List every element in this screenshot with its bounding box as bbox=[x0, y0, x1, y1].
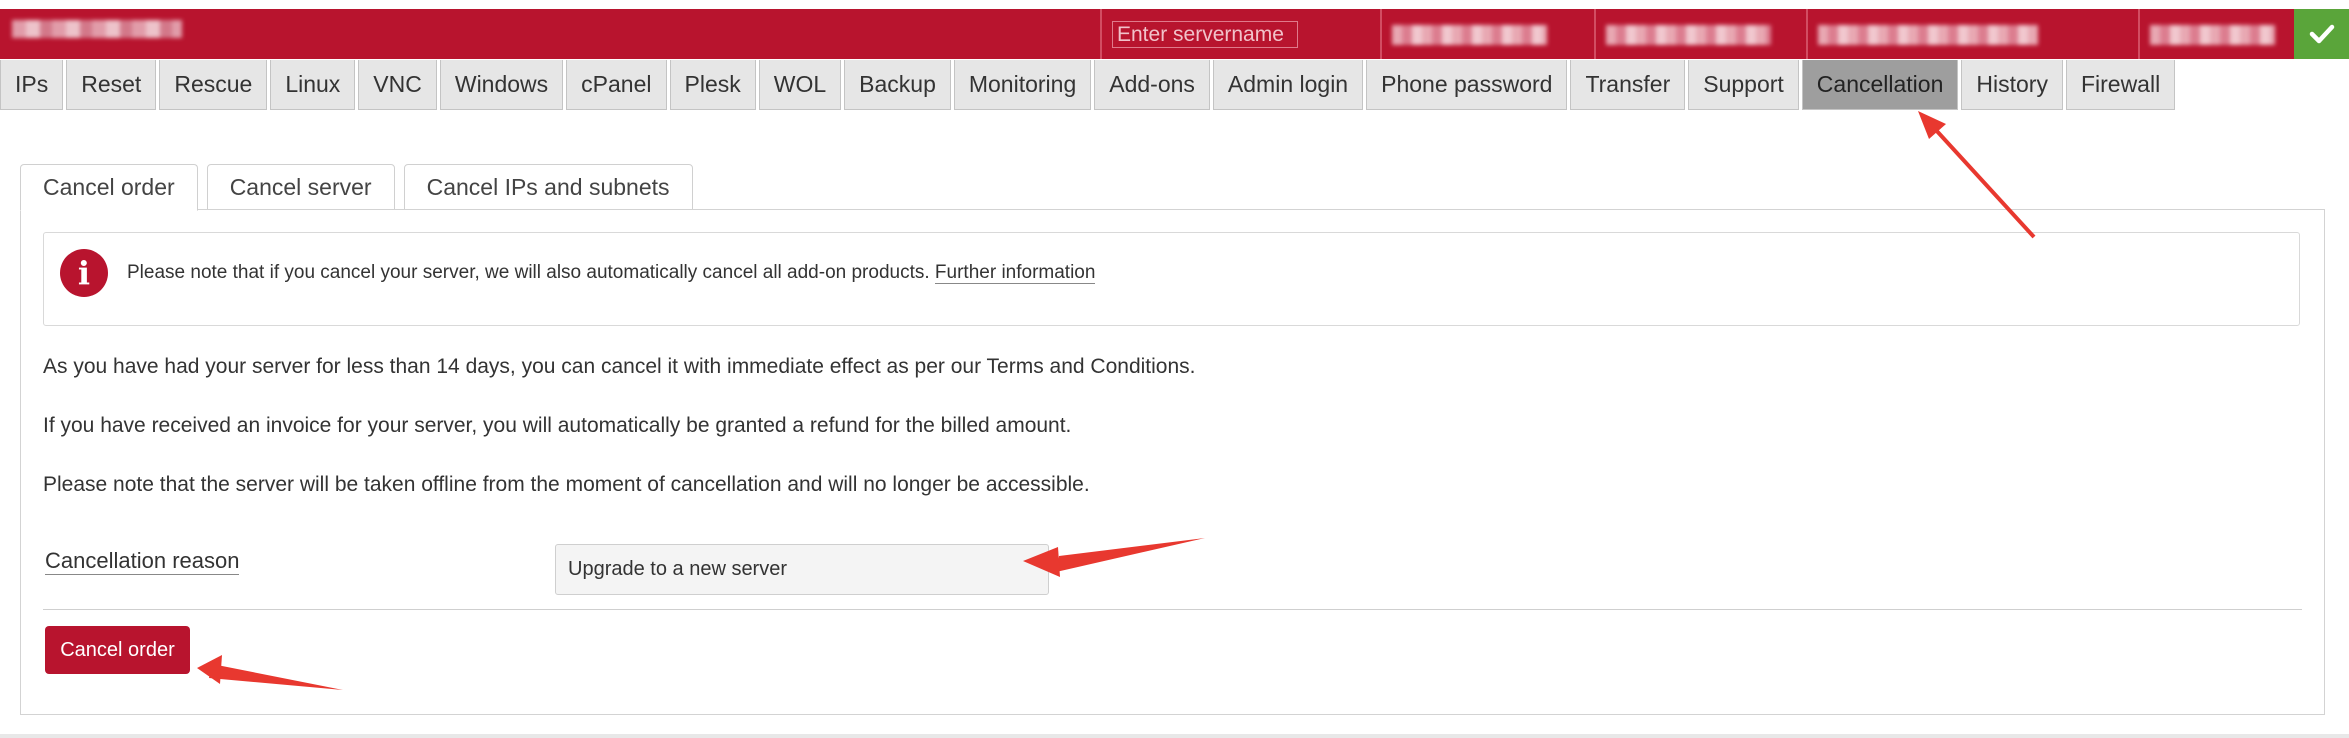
tab-windows[interactable]: Windows bbox=[439, 60, 564, 110]
tab-cancellation[interactable]: Cancellation bbox=[1801, 60, 1959, 110]
header-divider bbox=[1100, 9, 1102, 59]
redacted-header-item[interactable] bbox=[1392, 25, 1547, 45]
notice-message: Please note that if you cancel your serv… bbox=[127, 262, 1096, 284]
tab-ips[interactable]: IPs bbox=[0, 60, 64, 110]
subtab-cancel-ips-and-subnets[interactable]: Cancel IPs and subnets bbox=[403, 164, 693, 210]
further-information-link[interactable]: Further information bbox=[934, 262, 1096, 284]
redacted-user-menu[interactable] bbox=[2150, 25, 2275, 45]
subtab-cancel-server[interactable]: Cancel server bbox=[206, 164, 395, 210]
server-search-input[interactable] bbox=[1112, 21, 1298, 48]
tab-wol[interactable]: WOL bbox=[758, 60, 842, 110]
tab-backup[interactable]: Backup bbox=[844, 60, 951, 110]
redacted-header-item[interactable] bbox=[1818, 25, 2038, 45]
confirm-button[interactable] bbox=[2294, 9, 2349, 59]
header-divider bbox=[1380, 9, 1382, 59]
tab-firewall[interactable]: Firewall bbox=[2065, 60, 2176, 110]
tab-support[interactable]: Support bbox=[1688, 60, 1799, 110]
cancellation-reason-select[interactable]: Upgrade to a new server bbox=[555, 544, 1049, 595]
form-divider bbox=[43, 609, 2302, 610]
server-nav-tabs: IPs Reset Rescue Linux VNC Windows cPanel Plesk… bbox=[0, 60, 2178, 110]
tab-vnc[interactable]: VNC bbox=[358, 60, 437, 110]
tab-phone-password[interactable]: Phone password bbox=[1366, 60, 1568, 110]
cancellation-subtabs: Cancel order Cancel server Cancel IPs and … bbox=[20, 164, 702, 211]
info-paragraph-14-days: As you have had your server for less tha… bbox=[43, 355, 1196, 378]
info-paragraph-offline: Please note that the server will be take… bbox=[43, 473, 1090, 496]
tab-add-ons[interactable]: Add-ons bbox=[1094, 60, 1210, 110]
info-icon: i bbox=[60, 249, 108, 297]
tab-monitoring[interactable]: Monitoring bbox=[953, 60, 1092, 110]
redacted-header-item[interactable] bbox=[1606, 25, 1771, 45]
redacted-account-name bbox=[12, 20, 182, 38]
cancellation-reason-value: Upgrade to a new server bbox=[568, 558, 788, 580]
header-divider bbox=[2138, 9, 2140, 59]
checkmark-icon bbox=[2309, 24, 2334, 44]
tab-reset[interactable]: Reset bbox=[66, 60, 157, 110]
header-divider bbox=[1806, 9, 1808, 59]
page-bottom-edge bbox=[0, 734, 2349, 738]
tab-linux[interactable]: Linux bbox=[270, 60, 356, 110]
header-divider bbox=[1594, 9, 1596, 59]
notice-text: Please note that if you cancel your serv… bbox=[127, 262, 930, 283]
tab-admin-login[interactable]: Admin login bbox=[1212, 60, 1364, 110]
tab-rescue[interactable]: Rescue bbox=[159, 60, 268, 110]
tab-cpanel[interactable]: cPanel bbox=[566, 60, 667, 110]
cancel-order-button[interactable]: Cancel order bbox=[45, 626, 190, 674]
tab-history[interactable]: History bbox=[1961, 60, 2063, 110]
tab-transfer[interactable]: Transfer bbox=[1570, 60, 1686, 110]
subtab-cancel-order[interactable]: Cancel order bbox=[20, 164, 198, 211]
info-paragraph-refund: If you have received an invoice for your… bbox=[43, 414, 1072, 437]
cancellation-reason-label: Cancellation reason bbox=[45, 548, 240, 575]
tab-plesk[interactable]: Plesk bbox=[669, 60, 756, 110]
